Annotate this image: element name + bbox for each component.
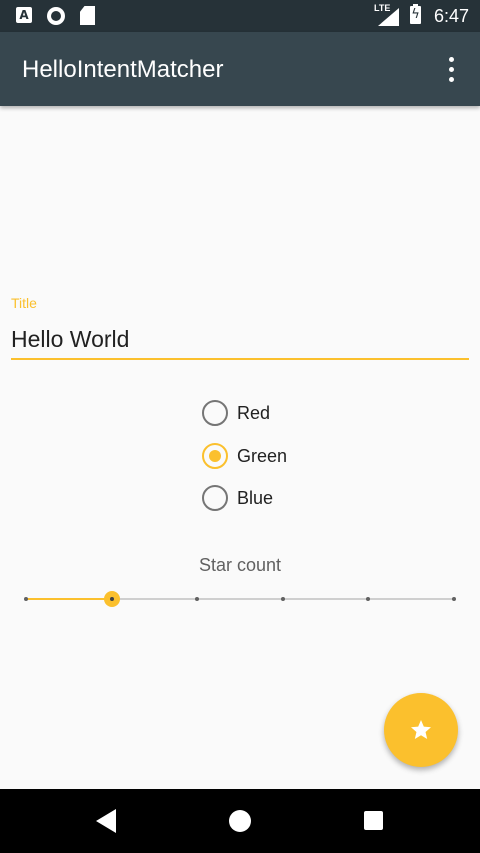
battery-charging-icon: ϟ (410, 4, 421, 24)
radio-red[interactable]: Red (202, 398, 322, 428)
slider-tick (280, 597, 285, 601)
star-icon (411, 720, 431, 739)
radio-label: Red (237, 403, 271, 423)
recents-icon[interactable] (364, 811, 383, 830)
radio-label: Green (237, 446, 288, 466)
star-count-slider[interactable] (24, 588, 456, 610)
radio-button-unchecked-icon[interactable] (202, 400, 228, 426)
status-bar: A LTE ϟ 6:47 (0, 0, 480, 32)
slider-tick (366, 597, 371, 601)
navigation-bar (0, 789, 480, 853)
radio-blue[interactable]: Blue (202, 483, 322, 513)
home-icon[interactable] (229, 810, 251, 832)
star-fab-button[interactable] (384, 693, 458, 767)
app-title: HelloIntentMatcher (22, 56, 224, 83)
cell-signal-icon (378, 8, 399, 26)
back-icon[interactable] (96, 809, 116, 833)
radio-button-unchecked-icon[interactable] (202, 485, 228, 511)
title-field-label: Title (11, 295, 37, 311)
status-time: 6:47 (433, 6, 469, 26)
slider-fill (26, 598, 112, 600)
slider-tick (452, 597, 456, 601)
record-notification-icon (47, 7, 65, 25)
app-bar: HelloIntentMatcher (0, 32, 480, 106)
radio-button-checked-icon[interactable] (202, 443, 228, 469)
slider-thumb[interactable] (103, 591, 120, 607)
font-notification-icon: A (16, 7, 32, 23)
sd-card-icon (80, 6, 95, 25)
slider-tick (195, 597, 200, 601)
radio-green[interactable]: Green (202, 441, 322, 471)
slider-tick (24, 597, 28, 601)
radio-label: Blue (237, 488, 274, 508)
star-count-label: Star count (198, 555, 282, 575)
more-vert-icon[interactable] (440, 56, 464, 84)
title-input[interactable] (11, 320, 469, 360)
